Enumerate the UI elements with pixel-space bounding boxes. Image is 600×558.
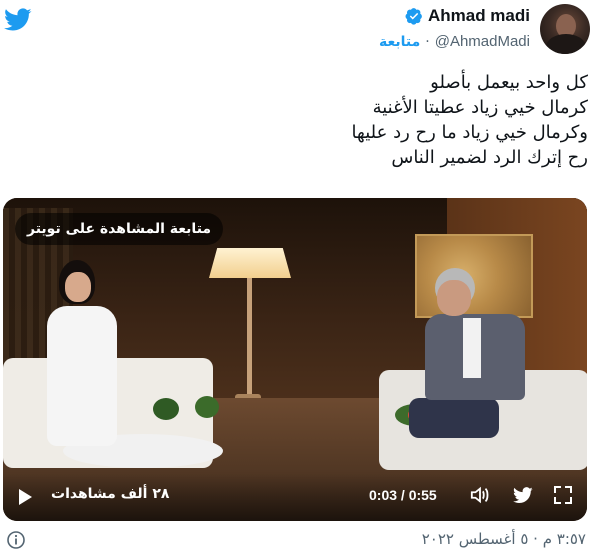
lamp-shade [209, 248, 291, 278]
watch-on-twitter-badge[interactable]: متابعة المشاهدة على تويتر [15, 213, 224, 245]
display-name[interactable]: Ahmad madi [428, 6, 530, 26]
host-figure [47, 260, 117, 450]
guest-figure [409, 268, 529, 458]
tweet-timestamp[interactable]: ٣:٥٧ م · ٥ أغسطس ٢٠٢٢ [422, 530, 586, 548]
verified-badge-icon [405, 8, 422, 25]
tweet-line: رح إترك الرد لضمير الناس [391, 147, 588, 168]
tweet-line: كرمال خيي زياد عطيتا الأغنية [372, 97, 588, 118]
video-player[interactable]: متابعة المشاهدة على تويتر ٢٨ ألف مشاهدات… [3, 198, 587, 521]
handle-row: متابعة · @AhmadMadi [379, 33, 530, 50]
plant [195, 396, 219, 418]
name-row: Ahmad madi [405, 6, 530, 26]
expand-icon[interactable] [553, 485, 573, 505]
handle[interactable]: @AhmadMadi [435, 33, 530, 50]
guest-legs [409, 398, 499, 438]
host-dress [47, 306, 117, 446]
follow-link[interactable]: متابعة [379, 34, 420, 50]
tweet-line: وكرمال خيي زياد ما رح رد عليها [351, 122, 588, 143]
lamp-pole [247, 278, 252, 398]
twitter-bird-icon[interactable] [4, 8, 32, 32]
twitter-bird-icon[interactable] [513, 487, 533, 504]
avatar-body [546, 34, 586, 54]
play-icon[interactable] [19, 489, 32, 505]
guest-face [437, 280, 471, 316]
tweet-text: كل واحد بيعمل بأصلو كرمال خيي زياد عطيتا… [28, 70, 588, 170]
view-count: ٢٨ ألف مشاهدات [51, 486, 170, 502]
volume-icon[interactable] [469, 485, 491, 505]
info-icon[interactable] [6, 530, 26, 550]
tweet-line: كل واحد بيعمل بأصلو [430, 72, 588, 93]
plant [153, 398, 179, 420]
separator-dot: · [425, 33, 430, 50]
host-face [65, 272, 91, 302]
tweet-footer: ٣:٥٧ م · ٥ أغسطس ٢٠٢٢ [0, 528, 600, 558]
video-time: 0:03 / 0:55 [369, 487, 437, 503]
avatar[interactable] [540, 4, 590, 54]
tweet-header: Ahmad madi متابعة · @AhmadMadi [0, 0, 600, 62]
guest-shirt [463, 318, 481, 378]
video-controls: ٢٨ ألف مشاهدات 0:03 / 0:55 [3, 473, 587, 521]
